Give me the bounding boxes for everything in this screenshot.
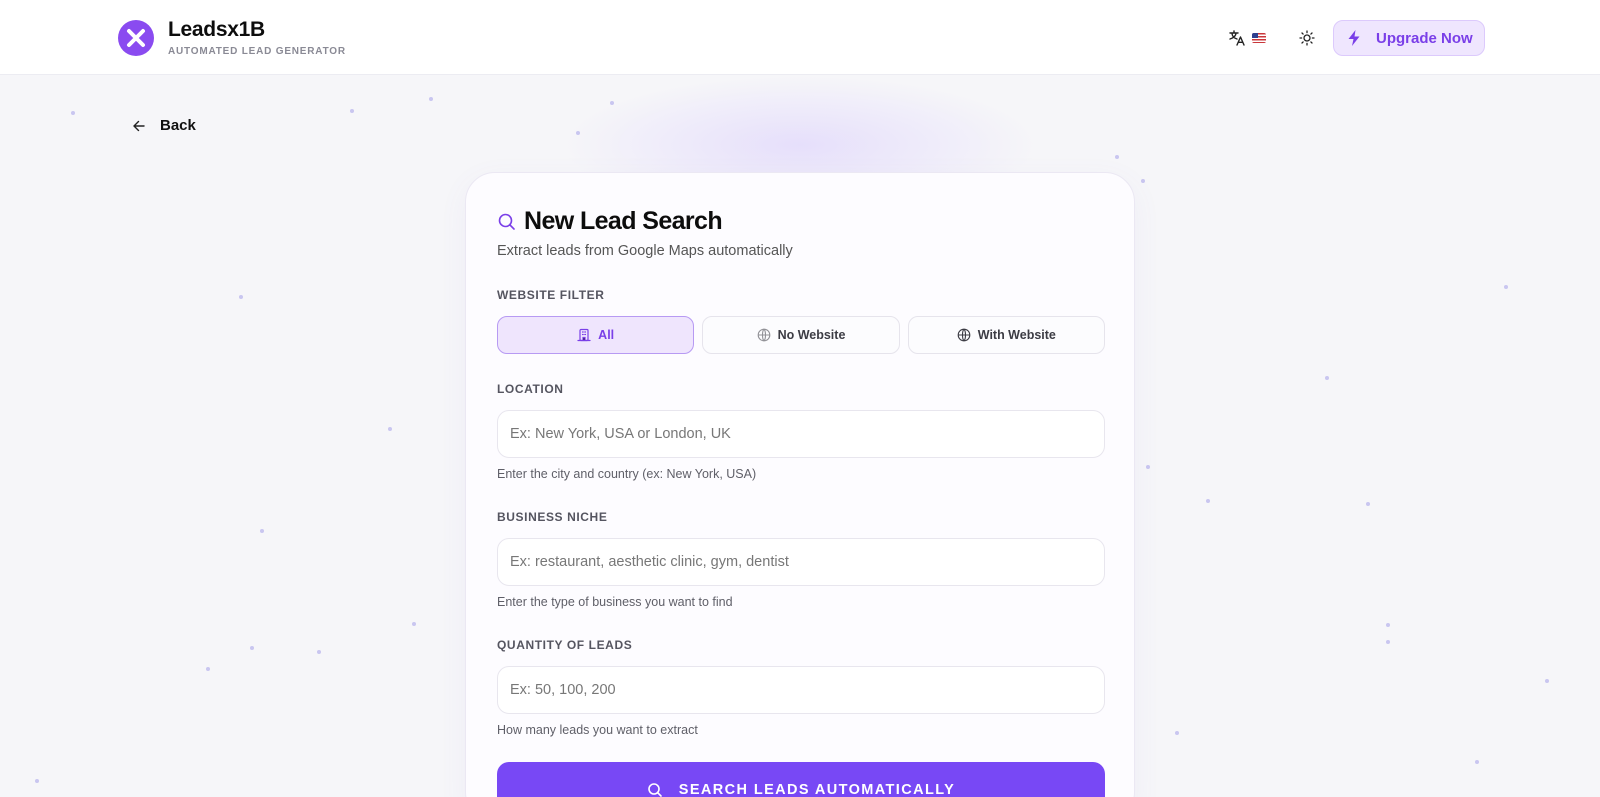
filter-with-website-label: With Website: [977, 328, 1056, 342]
filter-all-label: All: [598, 328, 615, 342]
particle: [1545, 679, 1549, 683]
filter-no-website-label: No Website: [777, 328, 846, 342]
particle: [1115, 155, 1119, 159]
business-niche-input[interactable]: [497, 538, 1105, 586]
business-niche-label: BUSINESS NICHE: [497, 510, 608, 524]
location-helper: Enter the city and country (ex: New York…: [497, 467, 757, 481]
page-title: New Lead Search: [524, 207, 723, 235]
building-icon: [577, 328, 591, 342]
search-icon: [498, 213, 515, 230]
particle: [350, 109, 354, 113]
language-switcher[interactable]: [1228, 26, 1266, 50]
translate-icon: [1229, 30, 1245, 46]
globe-icon: [957, 328, 971, 342]
card-title-row: New Lead Search: [497, 207, 723, 236]
upgrade-now-button[interactable]: Upgrade Now: [1333, 20, 1485, 56]
particle: [1386, 640, 1390, 644]
lead-search-card: New Lead Search Extract leads from Googl…: [465, 172, 1135, 797]
particle: [260, 529, 264, 533]
brand-tagline: AUTOMATED LEAD GENERATOR: [168, 46, 346, 57]
globe-icon: [757, 328, 770, 342]
particle: [1175, 731, 1179, 735]
upgrade-label: Upgrade Now: [1376, 29, 1473, 47]
particle: [1141, 179, 1145, 183]
particle: [610, 101, 614, 105]
website-filter-group: All No Website With Website: [497, 316, 1105, 354]
search-leads-button[interactable]: SEARCH LEADS AUTOMATICALLY: [497, 762, 1105, 797]
particle: [1206, 499, 1210, 503]
particle: [250, 646, 254, 650]
particle: [412, 622, 416, 626]
back-label: Back: [160, 117, 196, 134]
search-leads-label: SEARCH LEADS AUTOMATICALLY: [678, 782, 956, 797]
brand-name: Leadsx1B: [168, 18, 265, 41]
top-header: Leadsx1B AUTOMATED LEAD GENERATOR Upgrad…: [0, 0, 1600, 75]
quantity-helper: How many leads you want to extract: [497, 723, 698, 737]
particle: [1366, 502, 1370, 506]
location-label: LOCATION: [497, 382, 564, 396]
filter-no-website-button[interactable]: No Website: [702, 316, 900, 354]
particle: [429, 97, 433, 101]
particle: [388, 427, 392, 431]
particle: [576, 131, 580, 135]
business-niche-helper: Enter the type of business you want to f…: [497, 595, 733, 609]
sun-icon: [1299, 30, 1315, 46]
particle: [1386, 623, 1390, 627]
lightning-icon: [1348, 30, 1360, 46]
particle: [1146, 465, 1150, 469]
particle: [206, 667, 210, 671]
filter-all-button[interactable]: All: [497, 316, 695, 354]
particle: [1504, 285, 1508, 289]
particle: [317, 650, 321, 654]
quantity-input[interactable]: [497, 666, 1105, 714]
filter-with-website-button[interactable]: With Website: [907, 316, 1105, 354]
us-flag-icon: [1252, 33, 1266, 43]
page-subtitle: Extract leads from Google Maps automatic…: [497, 243, 793, 259]
particle: [239, 295, 243, 299]
brand-logo[interactable]: [118, 20, 154, 56]
particle: [1475, 760, 1479, 764]
quantity-label: QUANTITY OF LEADS: [497, 638, 633, 652]
back-button[interactable]: Back: [132, 117, 196, 134]
theme-toggle-button[interactable]: [1296, 27, 1318, 49]
particle: [35, 779, 39, 783]
x-logo-icon: [127, 29, 145, 47]
particle: [1325, 376, 1329, 380]
location-input[interactable]: [497, 410, 1105, 458]
website-filter-label: WEBSITE FILTER: [497, 288, 605, 302]
particle: [71, 111, 75, 115]
arrow-left-icon: [133, 120, 145, 131]
search-icon: [647, 783, 662, 797]
